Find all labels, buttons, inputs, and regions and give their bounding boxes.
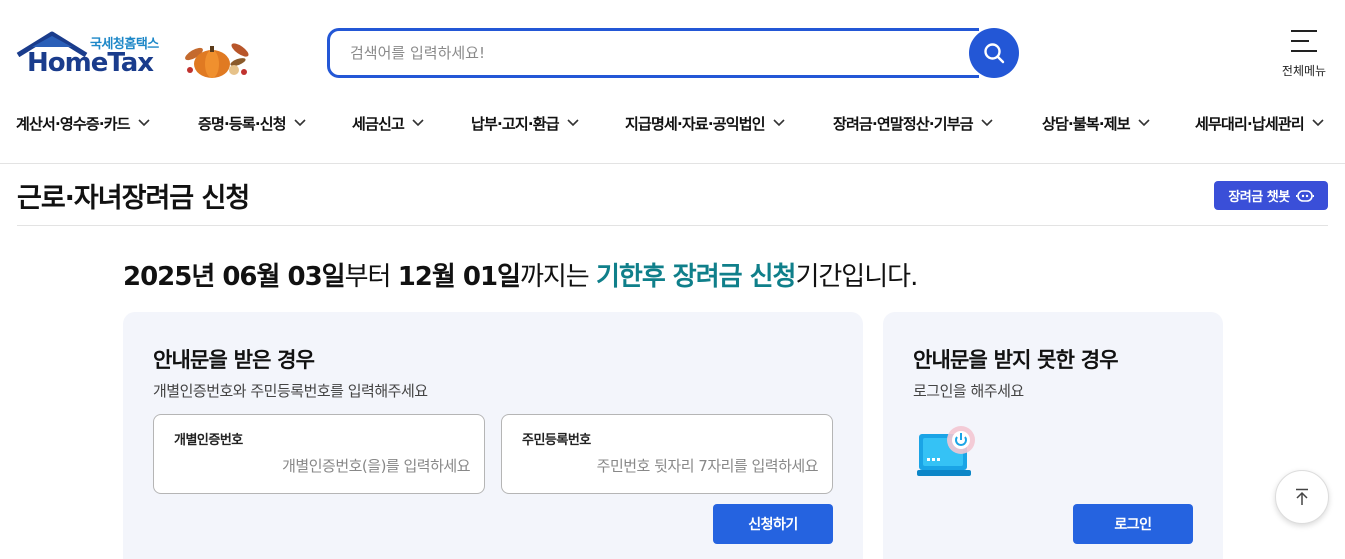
apply-button[interactable]: 신청하기 — [713, 504, 833, 544]
gnb-item-tax-return[interactable]: 세금신고 — [352, 108, 424, 138]
hamburger-icon — [1291, 30, 1317, 52]
arrow-up-icon — [1296, 488, 1308, 505]
period-highlight: 기한후 장려금 신청 — [596, 262, 796, 292]
chevron-down-icon — [294, 119, 306, 127]
brand-english-name: HomeTax — [27, 48, 154, 78]
all-menu-label: 전체메뉴 — [1281, 64, 1327, 78]
chevron-down-icon — [1138, 119, 1150, 127]
gnb-item-certificate[interactable]: 증명·등록·신청 — [198, 108, 306, 138]
title-divider — [17, 225, 1328, 226]
search-box — [327, 28, 979, 78]
chevron-down-icon — [412, 119, 424, 127]
header-divider — [0, 163, 1345, 164]
chevron-down-icon — [138, 119, 150, 127]
all-menu-button[interactable]: 전체메뉴 — [1278, 30, 1330, 79]
notice-received-title: 안내문을 받은 경우 — [153, 348, 315, 372]
gnb-item-tax-agent[interactable]: 세무대리·납세관리 — [1195, 108, 1324, 138]
rrn-input[interactable] — [518, 453, 818, 479]
login-button[interactable]: 로그인 — [1073, 504, 1193, 544]
gnb-item-consultation[interactable]: 상담·불복·제보 — [1042, 108, 1150, 138]
rrn-field: 주민등록번호 — [501, 414, 833, 494]
chatbot-label: 장려금 챗봇 — [1228, 190, 1290, 205]
pumpkin-icon — [185, 43, 249, 78]
notice-not-received-title: 안내문을 받지 못한 경우 — [913, 348, 1119, 372]
notice-received-desc: 개별인증번호와 주민등록번호를 입력해주세요 — [153, 382, 428, 400]
auth-number-field: 개별인증번호 — [153, 414, 485, 494]
chatbot-icon — [1295, 189, 1314, 202]
notice-received-card: 안내문을 받은 경우 개별인증번호와 주민등록번호를 입력해주세요 개별인증번호… — [123, 312, 863, 559]
gnb-item-label: 계산서·영수증·카드 — [16, 114, 131, 133]
chevron-down-icon — [567, 119, 579, 127]
gnb-item-label: 장려금·연말정산·기부금 — [833, 114, 974, 133]
notice-not-received-card: 안내문을 받지 못한 경우 로그인을 해주세요 로그인 — [883, 312, 1223, 559]
auth-number-input[interactable] — [170, 453, 470, 479]
scroll-top-button[interactable] — [1275, 470, 1329, 524]
gnb-item-invoice[interactable]: 계산서·영수증·카드 — [16, 108, 150, 138]
period-start: 2025년 06월 03일 — [123, 262, 346, 292]
gnb-item-label: 지급명세·자료·공익법인 — [625, 114, 766, 133]
search-button[interactable] — [969, 28, 1019, 78]
auth-number-label: 개별인증번호 — [174, 433, 243, 448]
hometax-logo[interactable]: 국세청홈택스 HomeTax — [16, 28, 256, 84]
gnb-item-payment-statement[interactable]: 지급명세·자료·공익법인 — [625, 108, 785, 138]
chatbot-button[interactable]: 장려금 챗봇 — [1214, 181, 1328, 210]
chevron-down-icon — [773, 119, 785, 127]
search-input[interactable] — [330, 31, 979, 75]
rrn-label: 주민등록번호 — [522, 433, 591, 448]
chevron-down-icon — [981, 119, 993, 127]
period-end: 12월 01일 — [397, 262, 521, 292]
notice-not-received-desc: 로그인을 해주세요 — [913, 382, 1024, 400]
page-title: 근로·자녀장려금 신청 — [17, 183, 250, 214]
period-from: 부터 — [344, 262, 398, 292]
gnb-item-incentive[interactable]: 장려금·연말정산·기부금 — [833, 108, 993, 138]
gnb-item-label: 상담·불복·제보 — [1042, 114, 1131, 133]
gnb-item-label: 세무대리·납세관리 — [1195, 114, 1305, 133]
gnb-item-label: 세금신고 — [352, 114, 405, 133]
period-suffix: 기간입니다. — [795, 262, 918, 292]
global-nav: 계산서·영수증·카드 증명·등록·신청 세금신고 납부·고지·환급 지급명세·자… — [0, 108, 1345, 138]
gnb-item-label: 납부·고지·환급 — [471, 114, 560, 133]
laptop-power-icon — [917, 426, 975, 476]
period-until: 까지는 — [519, 262, 596, 292]
chevron-down-icon — [1312, 119, 1324, 127]
gnb-item-payment[interactable]: 납부·고지·환급 — [471, 108, 579, 138]
gnb-item-label: 증명·등록·신청 — [198, 114, 287, 133]
application-period-text: 2025년 06월 03일부터 12월 01일까지는 기한후 장려금 신청기간입… — [123, 256, 918, 293]
search-icon — [984, 43, 1005, 64]
